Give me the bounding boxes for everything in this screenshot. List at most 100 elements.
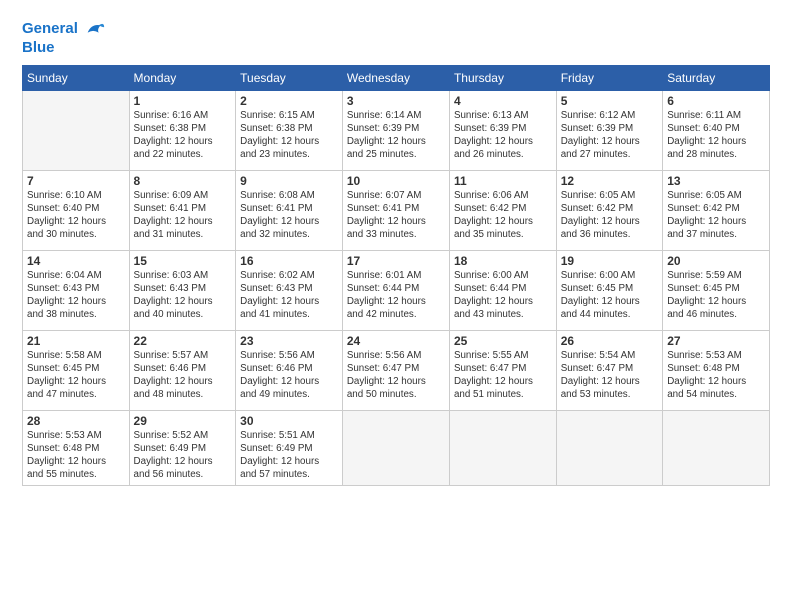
col-header-monday: Monday [129,65,236,90]
calendar-cell: 9Sunrise: 6:08 AMSunset: 6:41 PMDaylight… [236,170,343,250]
day-info: Sunrise: 5:57 AMSunset: 6:46 PMDaylight:… [134,349,232,402]
day-number: 3 [347,94,445,108]
day-number: 2 [240,94,338,108]
day-number: 16 [240,254,338,268]
day-info: Sunrise: 5:52 AMSunset: 6:49 PMDaylight:… [134,429,232,482]
col-header-sunday: Sunday [23,65,130,90]
day-info: Sunrise: 5:56 AMSunset: 6:46 PMDaylight:… [240,349,338,402]
col-header-friday: Friday [556,65,662,90]
calendar-cell: 29Sunrise: 5:52 AMSunset: 6:49 PMDayligh… [129,410,236,486]
calendar-week-2: 7Sunrise: 6:10 AMSunset: 6:40 PMDaylight… [23,170,770,250]
day-number: 14 [27,254,125,268]
day-info: Sunrise: 6:07 AMSunset: 6:41 PMDaylight:… [347,189,445,242]
calendar-cell: 13Sunrise: 6:05 AMSunset: 6:42 PMDayligh… [663,170,770,250]
day-info: Sunrise: 6:13 AMSunset: 6:39 PMDaylight:… [454,109,552,162]
calendar-cell: 25Sunrise: 5:55 AMSunset: 6:47 PMDayligh… [449,330,556,410]
calendar-cell: 1Sunrise: 6:16 AMSunset: 6:38 PMDaylight… [129,90,236,170]
calendar-cell [663,410,770,486]
day-number: 28 [27,414,125,428]
page: General Blue SundayMondayTuesdayWednesda… [0,0,792,612]
day-number: 9 [240,174,338,188]
calendar-cell: 4Sunrise: 6:13 AMSunset: 6:39 PMDaylight… [449,90,556,170]
day-info: Sunrise: 6:10 AMSunset: 6:40 PMDaylight:… [27,189,125,242]
day-number: 20 [667,254,765,268]
day-info: Sunrise: 6:16 AMSunset: 6:38 PMDaylight:… [134,109,232,162]
logo-blue: Blue [22,40,106,57]
day-number: 8 [134,174,232,188]
day-info: Sunrise: 6:06 AMSunset: 6:42 PMDaylight:… [454,189,552,242]
calendar-cell: 14Sunrise: 6:04 AMSunset: 6:43 PMDayligh… [23,250,130,330]
day-number: 11 [454,174,552,188]
calendar-cell: 6Sunrise: 6:11 AMSunset: 6:40 PMDaylight… [663,90,770,170]
calendar-cell: 12Sunrise: 6:05 AMSunset: 6:42 PMDayligh… [556,170,662,250]
day-number: 22 [134,334,232,348]
calendar-cell: 24Sunrise: 5:56 AMSunset: 6:47 PMDayligh… [342,330,449,410]
day-number: 21 [27,334,125,348]
calendar-cell: 11Sunrise: 6:06 AMSunset: 6:42 PMDayligh… [449,170,556,250]
day-info: Sunrise: 6:00 AMSunset: 6:45 PMDaylight:… [561,269,658,322]
logo: General Blue [22,18,106,57]
col-header-tuesday: Tuesday [236,65,343,90]
day-number: 17 [347,254,445,268]
calendar-cell: 16Sunrise: 6:02 AMSunset: 6:43 PMDayligh… [236,250,343,330]
calendar-cell: 22Sunrise: 5:57 AMSunset: 6:46 PMDayligh… [129,330,236,410]
day-number: 13 [667,174,765,188]
calendar-cell [342,410,449,486]
day-info: Sunrise: 6:11 AMSunset: 6:40 PMDaylight:… [667,109,765,162]
calendar-cell: 27Sunrise: 5:53 AMSunset: 6:48 PMDayligh… [663,330,770,410]
day-number: 4 [454,94,552,108]
day-info: Sunrise: 5:53 AMSunset: 6:48 PMDaylight:… [27,429,125,482]
calendar-week-3: 14Sunrise: 6:04 AMSunset: 6:43 PMDayligh… [23,250,770,330]
day-info: Sunrise: 6:09 AMSunset: 6:41 PMDaylight:… [134,189,232,242]
calendar-cell: 20Sunrise: 5:59 AMSunset: 6:45 PMDayligh… [663,250,770,330]
day-info: Sunrise: 5:59 AMSunset: 6:45 PMDaylight:… [667,269,765,322]
day-number: 1 [134,94,232,108]
calendar-cell: 21Sunrise: 5:58 AMSunset: 6:45 PMDayligh… [23,330,130,410]
col-header-thursday: Thursday [449,65,556,90]
day-number: 29 [134,414,232,428]
calendar-week-1: 1Sunrise: 6:16 AMSunset: 6:38 PMDaylight… [23,90,770,170]
col-header-saturday: Saturday [663,65,770,90]
day-info: Sunrise: 5:56 AMSunset: 6:47 PMDaylight:… [347,349,445,402]
calendar-cell: 8Sunrise: 6:09 AMSunset: 6:41 PMDaylight… [129,170,236,250]
day-number: 5 [561,94,658,108]
day-number: 18 [454,254,552,268]
day-info: Sunrise: 6:02 AMSunset: 6:43 PMDaylight:… [240,269,338,322]
calendar-cell: 30Sunrise: 5:51 AMSunset: 6:49 PMDayligh… [236,410,343,486]
calendar-cell [23,90,130,170]
logo-general: General [22,20,78,37]
calendar-week-5: 28Sunrise: 5:53 AMSunset: 6:48 PMDayligh… [23,410,770,486]
logo-bird-icon [84,18,106,40]
calendar-cell: 15Sunrise: 6:03 AMSunset: 6:43 PMDayligh… [129,250,236,330]
calendar-cell: 7Sunrise: 6:10 AMSunset: 6:40 PMDaylight… [23,170,130,250]
day-info: Sunrise: 6:03 AMSunset: 6:43 PMDaylight:… [134,269,232,322]
day-number: 15 [134,254,232,268]
day-info: Sunrise: 6:15 AMSunset: 6:38 PMDaylight:… [240,109,338,162]
day-number: 10 [347,174,445,188]
day-info: Sunrise: 5:54 AMSunset: 6:47 PMDaylight:… [561,349,658,402]
calendar-cell [556,410,662,486]
day-info: Sunrise: 6:14 AMSunset: 6:39 PMDaylight:… [347,109,445,162]
day-info: Sunrise: 5:51 AMSunset: 6:49 PMDaylight:… [240,429,338,482]
day-number: 25 [454,334,552,348]
calendar-cell: 18Sunrise: 6:00 AMSunset: 6:44 PMDayligh… [449,250,556,330]
day-number: 23 [240,334,338,348]
calendar-cell: 19Sunrise: 6:00 AMSunset: 6:45 PMDayligh… [556,250,662,330]
calendar-cell: 28Sunrise: 5:53 AMSunset: 6:48 PMDayligh… [23,410,130,486]
day-info: Sunrise: 6:04 AMSunset: 6:43 PMDaylight:… [27,269,125,322]
day-info: Sunrise: 5:58 AMSunset: 6:45 PMDaylight:… [27,349,125,402]
calendar-cell: 26Sunrise: 5:54 AMSunset: 6:47 PMDayligh… [556,330,662,410]
day-number: 6 [667,94,765,108]
calendar-cell: 23Sunrise: 5:56 AMSunset: 6:46 PMDayligh… [236,330,343,410]
day-info: Sunrise: 6:00 AMSunset: 6:44 PMDaylight:… [454,269,552,322]
day-info: Sunrise: 6:08 AMSunset: 6:41 PMDaylight:… [240,189,338,242]
day-number: 12 [561,174,658,188]
calendar-cell [449,410,556,486]
day-number: 26 [561,334,658,348]
calendar-cell: 2Sunrise: 6:15 AMSunset: 6:38 PMDaylight… [236,90,343,170]
day-info: Sunrise: 5:55 AMSunset: 6:47 PMDaylight:… [454,349,552,402]
calendar-cell: 5Sunrise: 6:12 AMSunset: 6:39 PMDaylight… [556,90,662,170]
calendar-cell: 17Sunrise: 6:01 AMSunset: 6:44 PMDayligh… [342,250,449,330]
calendar-cell: 3Sunrise: 6:14 AMSunset: 6:39 PMDaylight… [342,90,449,170]
day-info: Sunrise: 6:05 AMSunset: 6:42 PMDaylight:… [667,189,765,242]
